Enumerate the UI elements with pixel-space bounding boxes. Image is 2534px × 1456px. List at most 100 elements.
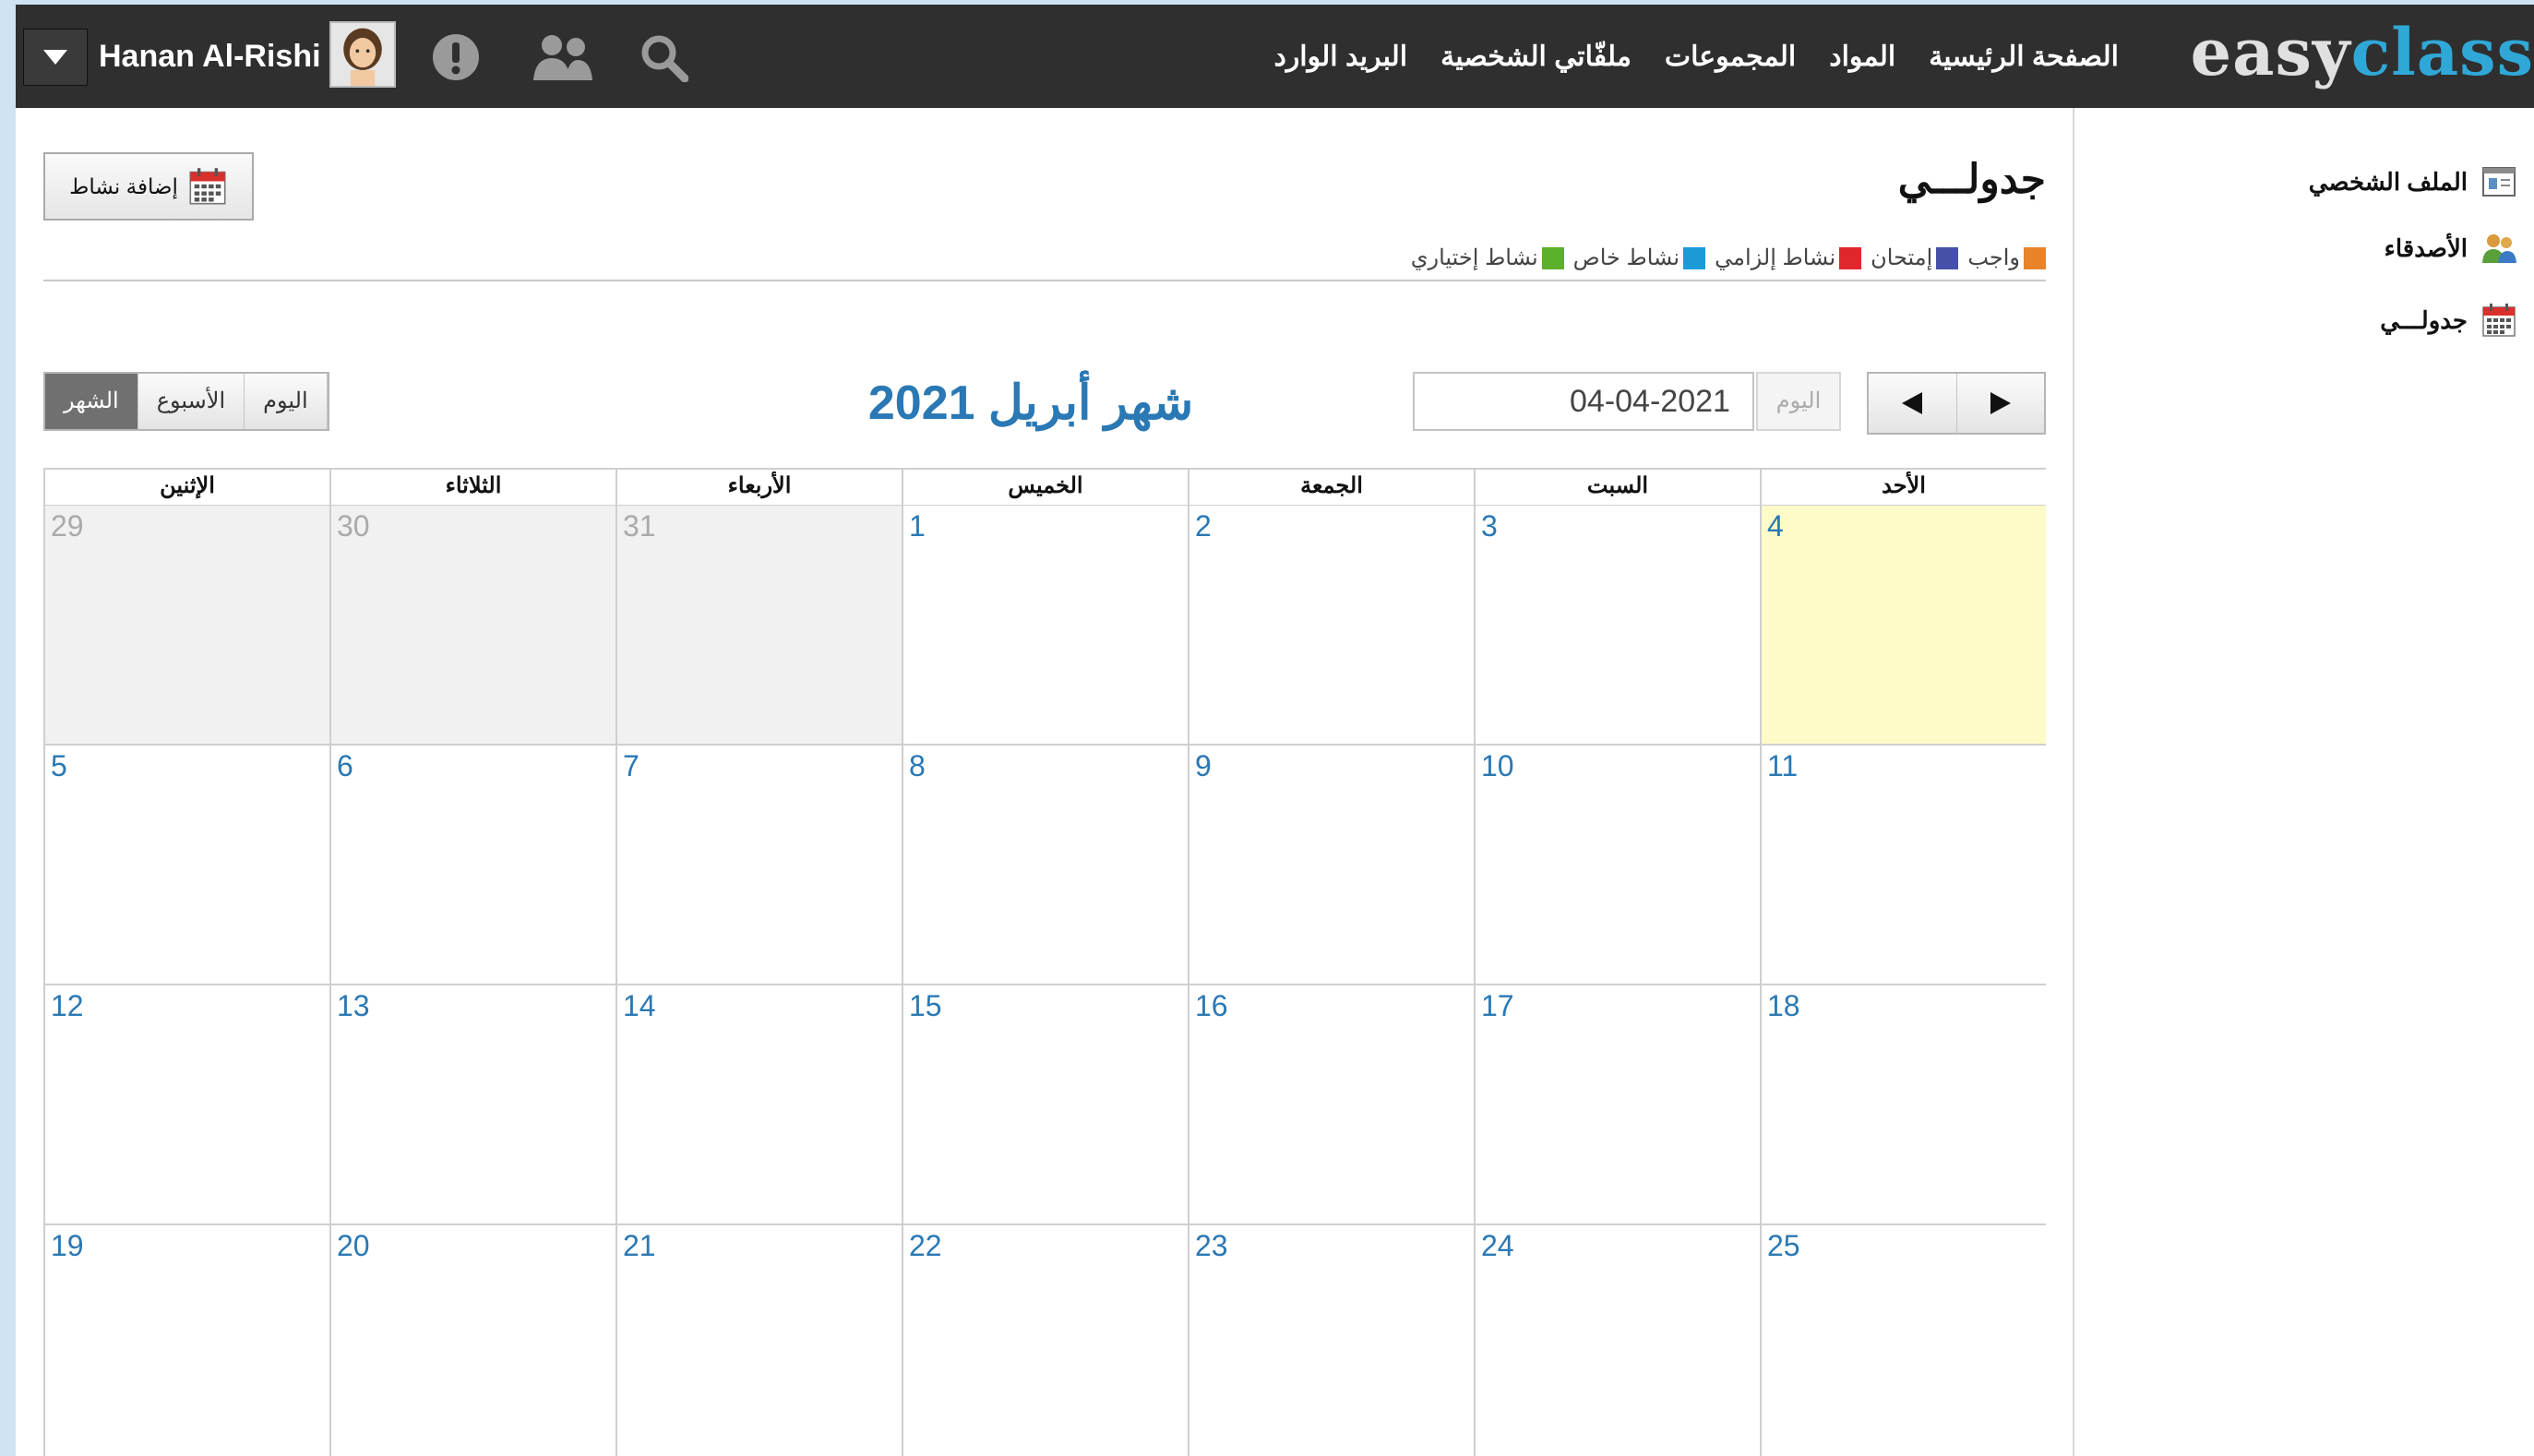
calendar-day-cell[interactable]: 9 bbox=[1188, 746, 1474, 984]
day-number[interactable]: 4 bbox=[1767, 509, 1784, 543]
calendar-day-cell[interactable]: 14 bbox=[616, 985, 902, 1223]
day-number[interactable]: 22 bbox=[909, 1229, 942, 1263]
day-number[interactable]: 19 bbox=[51, 1229, 84, 1263]
day-number[interactable]: 17 bbox=[1481, 989, 1514, 1023]
calendar-day-cell[interactable]: 1 bbox=[902, 506, 1188, 744]
view-switcher: الشهر الأسبوع اليوم bbox=[43, 372, 329, 431]
day-number[interactable]: 31 bbox=[623, 509, 656, 543]
day-number[interactable]: 29 bbox=[51, 509, 84, 543]
day-number[interactable]: 12 bbox=[51, 989, 84, 1023]
calendar-day-cell[interactable]: 20 bbox=[329, 1225, 616, 1456]
calendar-day-cell[interactable]: 18 bbox=[1760, 985, 2046, 1223]
sidebar-item-profile[interactable]: الملف الشخصي bbox=[2309, 163, 2517, 200]
calendar-day-cell[interactable]: 21 bbox=[616, 1225, 902, 1456]
legend-item-mandatory: نشاط إلزامي bbox=[1715, 245, 1862, 271]
legend-item-exam: إمتحان bbox=[1871, 245, 1959, 271]
nav-inbox[interactable]: البريد الوارد bbox=[1273, 41, 1407, 73]
day-number[interactable]: 2 bbox=[1195, 509, 1212, 543]
legend-swatch bbox=[1839, 246, 1862, 269]
calendar-nav bbox=[1867, 372, 2046, 435]
today-button[interactable]: اليوم bbox=[1756, 372, 1841, 431]
nav-groups[interactable]: المجموعات bbox=[1665, 41, 1796, 73]
calendar-day-cell[interactable]: 31 bbox=[616, 506, 902, 744]
day-number[interactable]: 13 bbox=[337, 989, 370, 1023]
view-month-button[interactable]: الشهر bbox=[45, 374, 138, 429]
day-number[interactable]: 5 bbox=[51, 749, 67, 783]
calendar-day-cell[interactable]: 19 bbox=[43, 1225, 329, 1456]
date-input[interactable] bbox=[1413, 372, 1754, 431]
day-number[interactable]: 8 bbox=[909, 749, 926, 783]
month-calendar: الأحد السبت الجمعة الخميس الأربعاء الثلا… bbox=[43, 468, 2046, 1456]
calendar-day-cell[interactable]: 12 bbox=[43, 985, 329, 1223]
day-number[interactable]: 7 bbox=[623, 749, 639, 783]
calendar-day-cell[interactable]: 11 bbox=[1760, 746, 2046, 984]
calendar-day-cell[interactable]: 16 bbox=[1188, 985, 1474, 1223]
day-number[interactable]: 1 bbox=[909, 509, 926, 543]
day-number[interactable]: 25 bbox=[1767, 1229, 1800, 1263]
day-number[interactable]: 14 bbox=[623, 989, 656, 1023]
day-number[interactable]: 15 bbox=[909, 989, 942, 1023]
weekday-header: الأحد السبت الجمعة الخميس الأربعاء الثلا… bbox=[43, 468, 2046, 506]
day-number[interactable]: 23 bbox=[1195, 1229, 1228, 1263]
day-number[interactable]: 20 bbox=[337, 1229, 370, 1263]
calendar-week-row: 11 10 9 8 7 6 5 bbox=[43, 746, 2046, 985]
day-number[interactable]: 16 bbox=[1195, 989, 1228, 1023]
day-number[interactable]: 24 bbox=[1481, 1229, 1514, 1263]
friends-icon[interactable] bbox=[528, 32, 596, 82]
search-icon[interactable] bbox=[639, 32, 688, 82]
legend-item-homework: واجب bbox=[1967, 245, 2046, 271]
day-number[interactable]: 3 bbox=[1481, 509, 1498, 543]
alert-icon[interactable] bbox=[431, 32, 481, 82]
day-number[interactable]: 30 bbox=[337, 509, 370, 543]
user-menu-dropdown-button[interactable] bbox=[23, 29, 88, 86]
legend-label: نشاط إختياري bbox=[1410, 245, 1538, 270]
calendar-day-cell[interactable]: 22 bbox=[902, 1225, 1188, 1456]
calendar-day-cell[interactable]: 15 bbox=[902, 985, 1188, 1223]
day-number[interactable]: 10 bbox=[1481, 749, 1514, 783]
calendar-day-cell[interactable]: 25 bbox=[1760, 1225, 2046, 1456]
calendar-day-cell[interactable]: 8 bbox=[902, 746, 1188, 984]
sidebar-item-my-schedule[interactable]: جدولـــي bbox=[2380, 302, 2517, 339]
nav-courses[interactable]: المواد bbox=[1829, 41, 1895, 73]
calendar-day-cell[interactable]: 7 bbox=[616, 746, 902, 984]
calendar-day-cell[interactable]: 29 bbox=[43, 506, 329, 744]
sidebar-item-friends[interactable]: الأصدقاء bbox=[2385, 230, 2517, 267]
day-number[interactable]: 18 bbox=[1767, 989, 1800, 1023]
calendar-day-cell[interactable]: 6 bbox=[329, 746, 616, 984]
calendar-day-cell[interactable]: 4 bbox=[1760, 506, 2046, 744]
calendar-day-cell[interactable]: 3 bbox=[1474, 506, 1760, 744]
logo-text-class: class bbox=[2350, 14, 2534, 90]
day-number[interactable]: 9 bbox=[1195, 749, 1212, 783]
calendar-week-row: 18 17 16 15 14 13 12 bbox=[43, 985, 2046, 1225]
calendar-day-cell[interactable]: 30 bbox=[329, 506, 616, 744]
view-day-button[interactable]: اليوم bbox=[245, 374, 328, 429]
view-week-button[interactable]: الأسبوع bbox=[137, 374, 245, 429]
prev-month-button[interactable] bbox=[1869, 374, 1956, 433]
avatar[interactable] bbox=[329, 21, 396, 88]
calendar-day-cell[interactable]: 5 bbox=[43, 746, 329, 984]
day-number[interactable]: 6 bbox=[337, 749, 353, 783]
nav-my-files[interactable]: ملفّاتي الشخصية bbox=[1440, 41, 1632, 73]
next-month-button[interactable] bbox=[1955, 374, 2044, 433]
day-number[interactable]: 21 bbox=[623, 1229, 656, 1263]
calendar-day-cell[interactable]: 2 bbox=[1188, 506, 1474, 744]
username[interactable]: Hanan Al-Rishi bbox=[99, 5, 321, 108]
weekday-label: الثلاثاء bbox=[329, 470, 616, 505]
calendar-day-cell[interactable]: 24 bbox=[1474, 1225, 1760, 1456]
calendar-day-cell[interactable]: 13 bbox=[329, 985, 616, 1223]
legend-label: نشاط إلزامي bbox=[1715, 245, 1836, 270]
top-navbar: Hanan Al-Rishi الصفحة الرئيسية المواد ال… bbox=[16, 5, 2534, 108]
calendar-day-cell[interactable]: 10 bbox=[1474, 746, 1760, 984]
calendar-icon bbox=[189, 168, 226, 205]
day-number[interactable]: 11 bbox=[1767, 749, 1798, 783]
add-activity-button[interactable]: إضافة نشاط bbox=[43, 152, 254, 221]
weekday-label: الخميس bbox=[902, 470, 1188, 505]
calendar-day-cell[interactable]: 23 bbox=[1188, 1225, 1474, 1456]
sidebar-item-label: الأصدقاء bbox=[2384, 233, 2468, 262]
logo[interactable]: easyclass bbox=[2191, 16, 2534, 90]
calendar-day-cell[interactable]: 17 bbox=[1474, 985, 1760, 1223]
calendar-week-row: 4 3 2 1 31 30 29 bbox=[43, 506, 2046, 746]
activity-legend: واجب إمتحان نشاط إلزامي نشاط خاص نشاط إخ… bbox=[1411, 245, 2046, 271]
legend-swatch bbox=[1683, 246, 1706, 269]
nav-home[interactable]: الصفحة الرئيسية bbox=[1929, 41, 2119, 73]
